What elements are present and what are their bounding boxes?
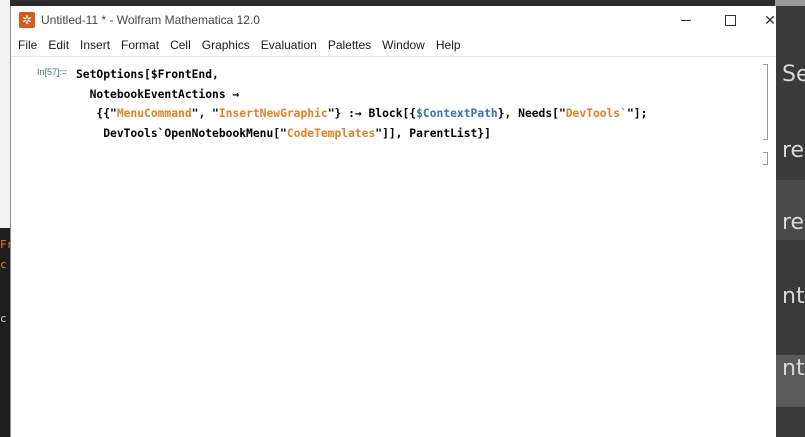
- menu-graphics[interactable]: Graphics: [202, 34, 250, 56]
- code-line-3: {{"MenuCommand", "InsertNewGraphic"} :→ …: [96, 107, 648, 120]
- background-right-text-3: re: [782, 210, 805, 235]
- menu-bar: File Edit Insert Format Cell Graphics Ev…: [11, 34, 776, 56]
- minimize-button[interactable]: [663, 6, 709, 34]
- menu-window[interactable]: Window: [382, 34, 425, 56]
- input-cell-code[interactable]: SetOptions[$FrontEnd, NotebookEventActio…: [76, 65, 647, 143]
- code-line-1: SetOptions[$FrontEnd,: [76, 68, 219, 81]
- background-right-text-1: Se: [782, 62, 805, 87]
- close-icon: ✕: [764, 11, 776, 28]
- menu-edit[interactable]: Edit: [48, 34, 69, 56]
- menu-evaluation[interactable]: Evaluation: [261, 34, 317, 56]
- background-right-text-2: re: [782, 138, 805, 163]
- background-left-window: [0, 0, 10, 228]
- background-left-text-3: c: [0, 312, 7, 325]
- code-line-2: NotebookEventActions →: [89, 87, 240, 101]
- menu-format[interactable]: Format: [121, 34, 159, 56]
- input-cell-label: In[57]:=: [37, 67, 68, 77]
- code-line-4: DevTools`OpenNotebookMenu["CodeTemplates…: [103, 126, 491, 140]
- notebook-area[interactable]: In[57]:= SetOptions[$FrontEnd, NotebookE…: [11, 57, 776, 437]
- background-right-text-5: nt: [782, 356, 805, 381]
- mathematica-window: ✲ Untitled-11 * - Wolfram Mathematica 12…: [10, 6, 776, 437]
- close-button[interactable]: ✕: [747, 6, 793, 34]
- background-left-text-2: c: [0, 258, 7, 271]
- minimize-icon: [681, 19, 691, 21]
- title-bar[interactable]: ✲ Untitled-11 * - Wolfram Mathematica 12…: [11, 6, 776, 34]
- menu-palettes[interactable]: Palettes: [328, 34, 371, 56]
- cell-insertion-bracket[interactable]: [763, 152, 768, 165]
- mathematica-logo-icon[interactable]: ✲: [19, 12, 35, 28]
- background-right-text-4: nt: [782, 284, 805, 309]
- maximize-icon: [724, 14, 736, 26]
- menu-insert[interactable]: Insert: [80, 34, 110, 56]
- window-title: Untitled-11 * - Wolfram Mathematica 12.0: [41, 13, 260, 27]
- menu-cell[interactable]: Cell: [170, 34, 191, 56]
- menu-help[interactable]: Help: [436, 34, 461, 56]
- cell-bracket[interactable]: [763, 64, 768, 140]
- menu-file[interactable]: File: [18, 34, 37, 56]
